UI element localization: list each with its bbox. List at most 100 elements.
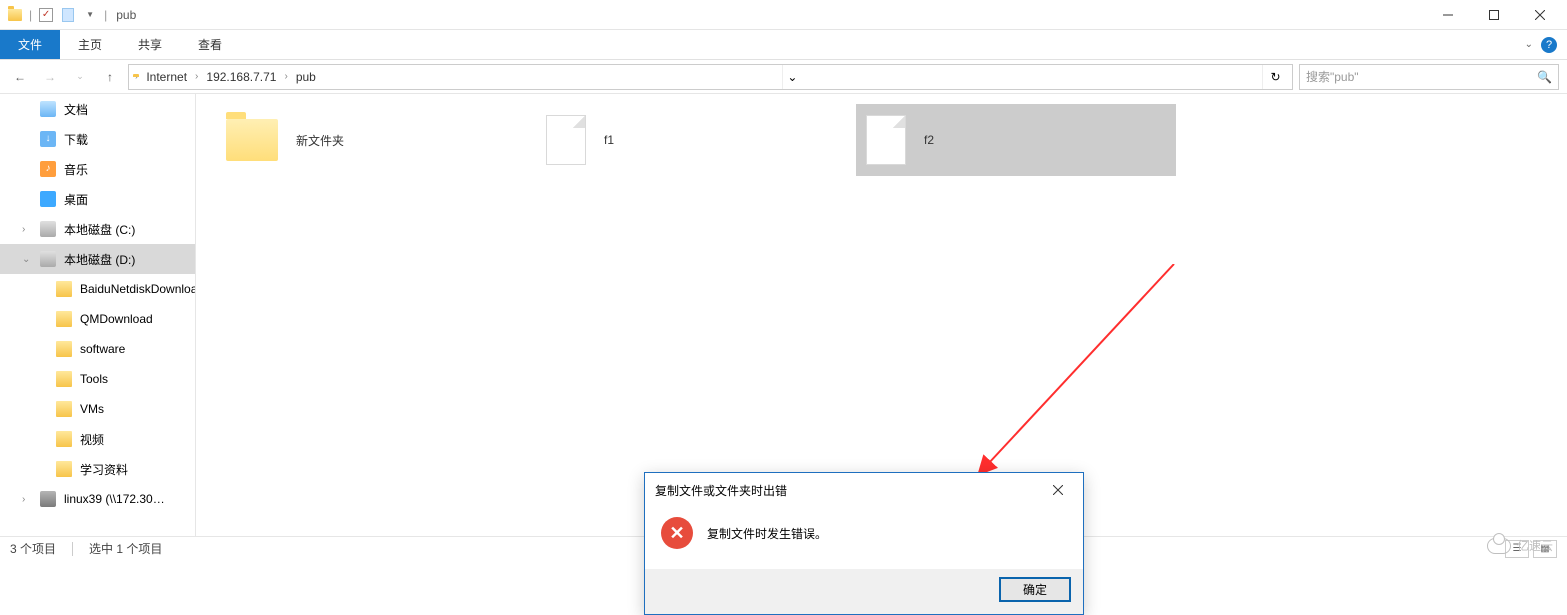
- error-dialog: 复制文件或文件夹时出错 ✕ 复制文件时发生错误。 确定: [644, 472, 1084, 615]
- tree-item-label: 音乐: [64, 161, 88, 178]
- watermark-text: 亿速云: [1517, 537, 1553, 554]
- tree-item-label: linux39 (\\172.30…: [64, 492, 165, 506]
- tree-item-label: QMDownload: [80, 312, 153, 326]
- tree-item[interactable]: › linux39 (\\172.30…: [0, 484, 195, 514]
- nav-tree: 文档下载音乐桌面 › 本地磁盘 (C:) ⌄ 本地磁盘 (D:) BaiduNetdisk…: [0, 94, 196, 536]
- status-separator: [72, 542, 73, 556]
- tree-item[interactable]: 下载: [0, 124, 195, 154]
- dialog-close-button[interactable]: [1043, 475, 1073, 505]
- ribbon-expand-icon[interactable]: ⌄: [1525, 39, 1533, 50]
- window-title: pub: [116, 8, 136, 22]
- status-selected-count: 选中 1 个项目: [89, 540, 162, 557]
- tree-item-label: 学习资料: [80, 461, 128, 478]
- qat-newdoc-icon[interactable]: [60, 7, 76, 23]
- search-box[interactable]: 🔍: [1299, 64, 1559, 90]
- tree-item-label: VMs: [80, 402, 104, 416]
- nav-bar: ← → ⌄ ↑ › Internet › 192.168.7.71 › pub …: [0, 60, 1567, 94]
- fold-icon: [56, 371, 72, 387]
- qat-properties-icon[interactable]: ✓: [38, 7, 54, 23]
- tree-item[interactable]: BaiduNetdiskDownload: [0, 274, 195, 304]
- fold-icon: [56, 281, 72, 297]
- tab-file[interactable]: 文件: [0, 30, 60, 59]
- expand-icon[interactable]: ›: [22, 224, 25, 235]
- breadcrumb-item[interactable]: 192.168.7.71: [200, 65, 282, 89]
- app-folder-icon: [7, 7, 23, 23]
- tree-item-label: software: [80, 342, 125, 356]
- fold-icon: [56, 461, 72, 477]
- file-icon: [546, 115, 586, 165]
- fold-icon: [56, 431, 72, 447]
- tree-item-label: 本地磁盘 (C:): [64, 221, 135, 238]
- chevron-right-icon[interactable]: ›: [193, 71, 200, 82]
- close-icon: [1053, 485, 1063, 495]
- doc-icon: [40, 101, 56, 117]
- music-icon: [40, 161, 56, 177]
- dialog-message: 复制文件时发生错误。: [707, 525, 827, 542]
- tree-item[interactable]: 桌面: [0, 184, 195, 214]
- search-icon: 🔍: [1537, 70, 1552, 84]
- ribbon-tabs: 文件 主页 共享 查看 ⌄ ?: [0, 30, 1567, 60]
- net-icon: [40, 491, 56, 507]
- tree-item-label: 视频: [80, 431, 104, 448]
- search-input[interactable]: [1306, 70, 1537, 84]
- tree-item-label: 下载: [64, 131, 88, 148]
- file-icon: [866, 115, 906, 165]
- nav-recent-dropdown[interactable]: ⌄: [68, 65, 92, 89]
- tab-share[interactable]: 共享: [120, 30, 180, 59]
- cloud-icon: [1487, 538, 1511, 554]
- folder-item[interactable]: 新文件夹: [216, 104, 536, 176]
- folder-icon: [226, 119, 278, 161]
- tree-item-label: Tools: [80, 372, 108, 386]
- address-history-dropdown[interactable]: ⌄: [782, 65, 802, 89]
- tree-item[interactable]: QMDownload: [0, 304, 195, 334]
- dialog-ok-button[interactable]: 确定: [999, 577, 1071, 602]
- tree-item[interactable]: Tools: [0, 364, 195, 394]
- help-icon[interactable]: ?: [1541, 37, 1557, 53]
- tree-item[interactable]: 文档: [0, 94, 195, 124]
- fold-icon: [56, 311, 72, 327]
- maximize-button[interactable]: [1471, 0, 1517, 30]
- chevron-right-icon[interactable]: ›: [133, 71, 140, 82]
- address-bar[interactable]: › Internet › 192.168.7.71 › pub ⌄ ↻: [128, 64, 1293, 90]
- fold-icon: [56, 401, 72, 417]
- nav-forward-button[interactable]: →: [38, 65, 62, 89]
- breadcrumb-item[interactable]: pub: [290, 65, 322, 89]
- expand-icon[interactable]: ⌄: [22, 254, 30, 265]
- maximize-icon: [1489, 10, 1499, 20]
- minimize-icon: [1443, 10, 1453, 20]
- tree-item[interactable]: 学习资料: [0, 454, 195, 484]
- qat-dropdown-icon[interactable]: ▼: [82, 7, 98, 23]
- tab-home[interactable]: 主页: [60, 30, 120, 59]
- tree-item-label: 桌面: [64, 191, 88, 208]
- tree-item[interactable]: software: [0, 334, 195, 364]
- expand-icon[interactable]: ›: [22, 494, 25, 505]
- tree-item-label: BaiduNetdiskDownload: [80, 282, 195, 296]
- tree-item-label: 文档: [64, 101, 88, 118]
- refresh-button[interactable]: ↻: [1262, 65, 1288, 89]
- desk-icon: [40, 191, 56, 207]
- tree-item[interactable]: 音乐: [0, 154, 195, 184]
- breadcrumb-item[interactable]: Internet: [140, 65, 193, 89]
- dl-icon: [40, 131, 56, 147]
- tree-item[interactable]: VMs: [0, 394, 195, 424]
- close-icon: [1535, 10, 1545, 20]
- chevron-right-icon[interactable]: ›: [282, 71, 289, 82]
- watermark: 亿速云: [1487, 537, 1553, 554]
- title-bar: | ✓ ▼ | pub: [0, 0, 1567, 30]
- file-item[interactable]: f1: [536, 104, 856, 176]
- disk-icon: [40, 221, 56, 237]
- close-button[interactable]: [1517, 0, 1563, 30]
- content-area[interactable]: 新文件夹f1f2 复制文件或文件夹时出错 ✕ 复制文件时发生错误。 确定: [196, 94, 1567, 536]
- tree-item[interactable]: ⌄ 本地磁盘 (D:): [0, 244, 195, 274]
- tree-item[interactable]: 视频: [0, 424, 195, 454]
- qat-separator: |: [29, 8, 32, 22]
- status-item-count: 3 个项目: [10, 540, 56, 557]
- minimize-button[interactable]: [1425, 0, 1471, 30]
- title-separator: |: [104, 8, 107, 22]
- tree-item-label: 本地磁盘 (D:): [64, 251, 135, 268]
- file-item[interactable]: f2: [856, 104, 1176, 176]
- nav-back-button[interactable]: ←: [8, 65, 32, 89]
- nav-up-button[interactable]: ↑: [98, 65, 122, 89]
- tab-view[interactable]: 查看: [180, 30, 240, 59]
- tree-item[interactable]: › 本地磁盘 (C:): [0, 214, 195, 244]
